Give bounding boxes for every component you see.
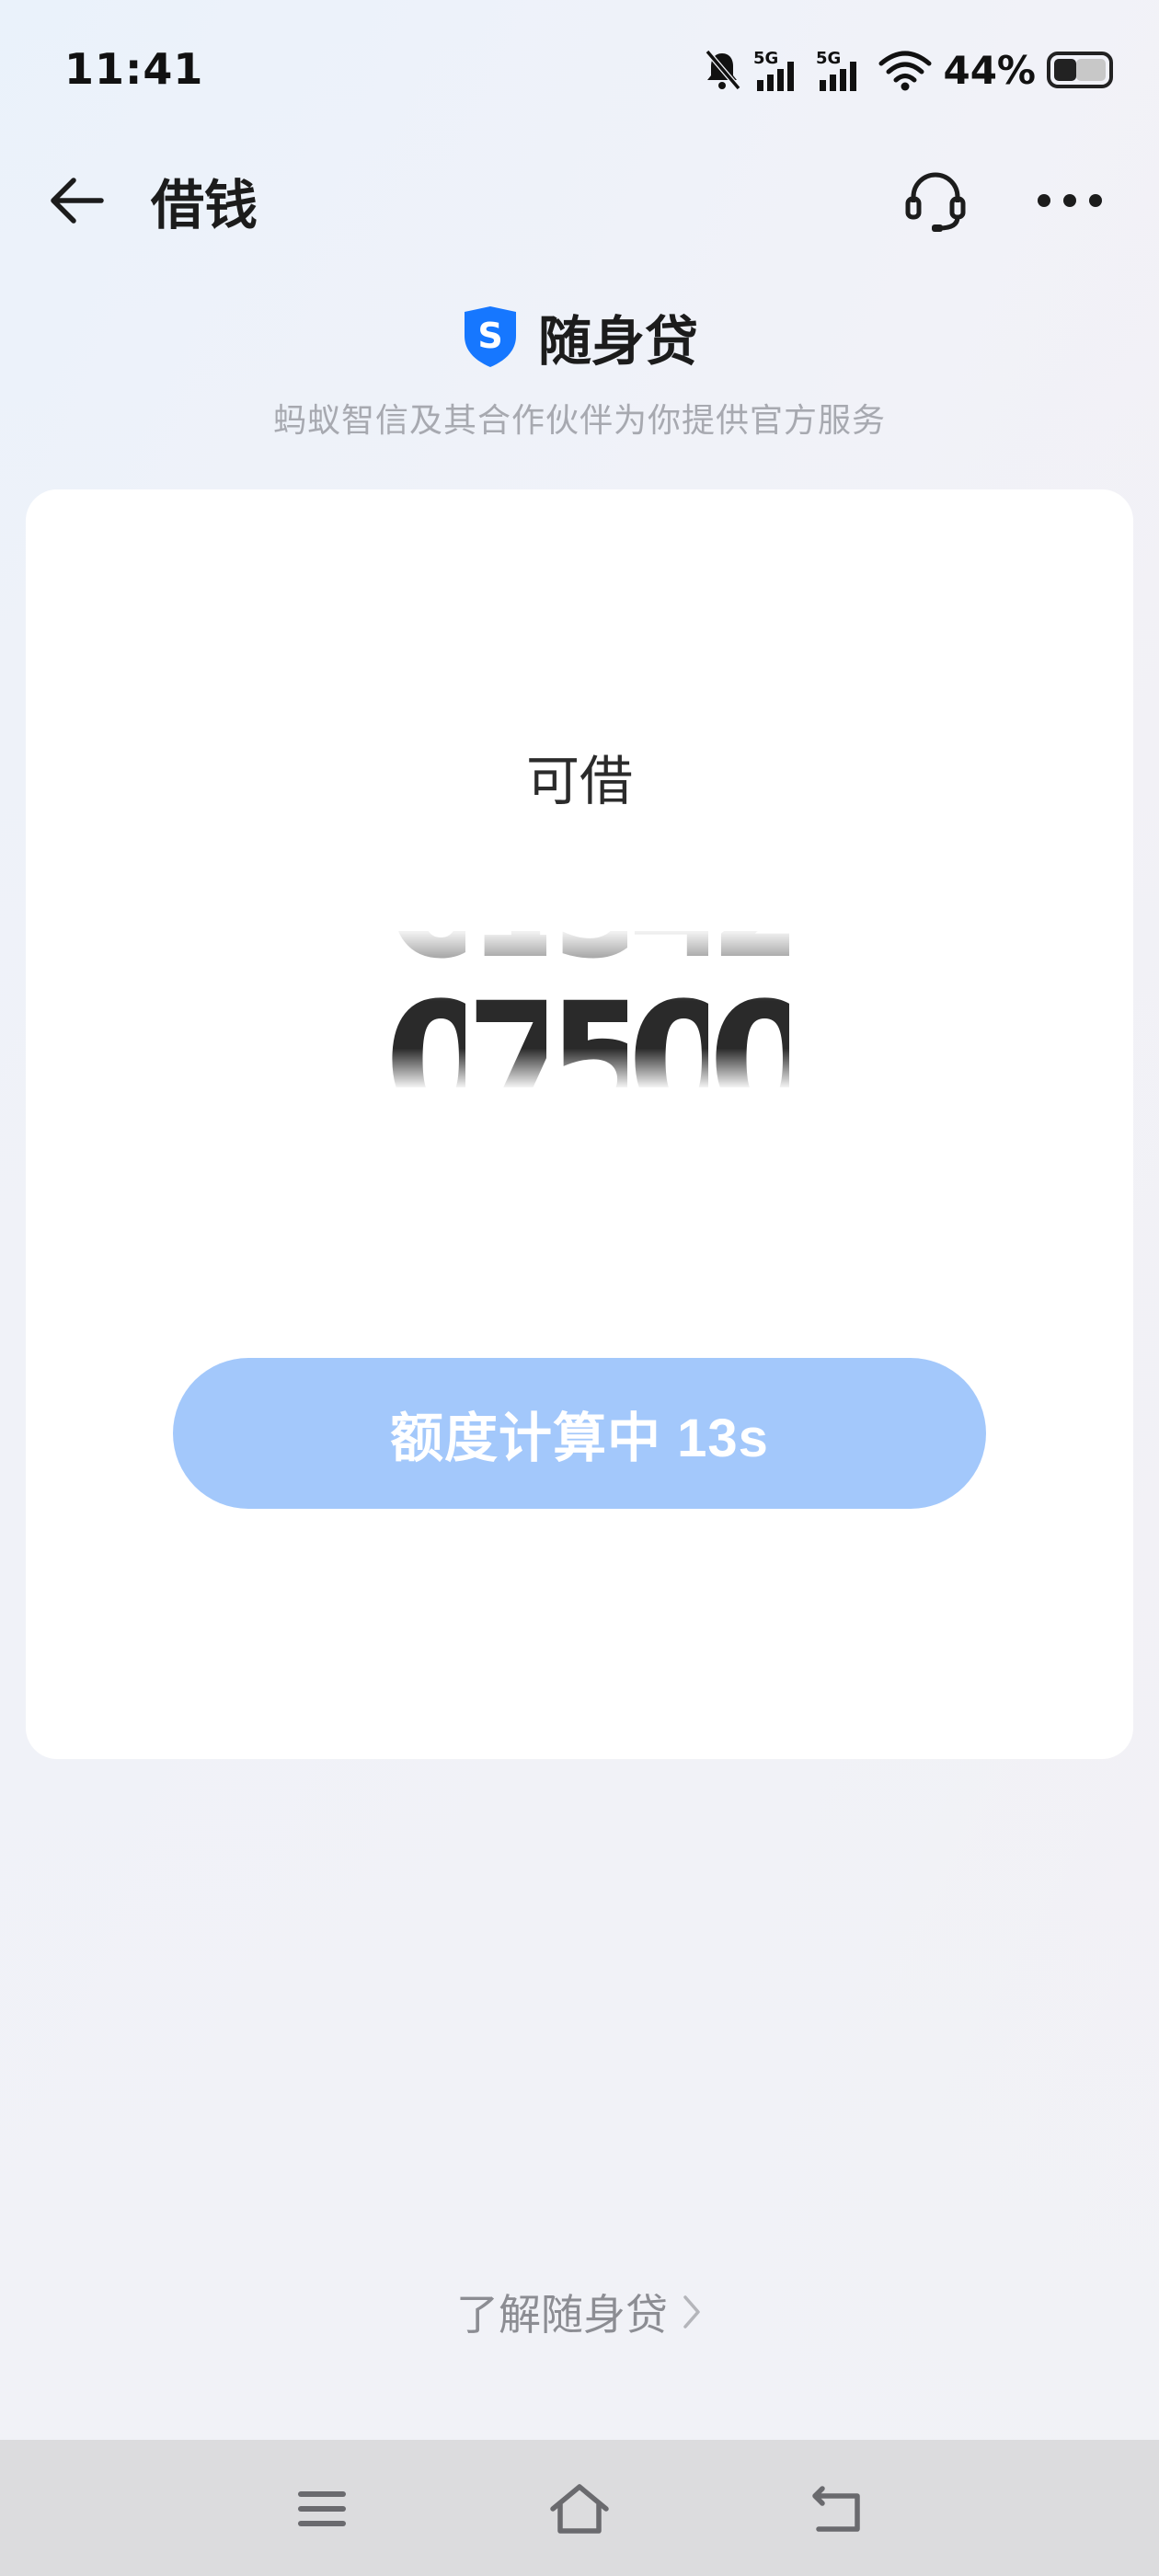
- more-dot: [1063, 194, 1076, 207]
- signal-5g-icon: 5G: [753, 49, 795, 91]
- wifi-icon: [878, 51, 932, 91]
- muted-bell-icon: [706, 50, 741, 90]
- learn-more-link[interactable]: 了解随身贷: [0, 2282, 1159, 2342]
- status-icons: 5G 5G 44%: [702, 44, 1113, 96]
- more-dots-icon: [1038, 194, 1050, 207]
- calculating-limit-button[interactable]: 额度计算中 13s: [173, 1358, 986, 1509]
- more-dot: [1089, 194, 1102, 207]
- home-icon: [550, 2484, 609, 2534]
- battery-icon: [1047, 52, 1113, 88]
- digit-current: 0: [708, 968, 789, 1088]
- back-icon: [812, 2486, 860, 2532]
- arrow-left-icon: [51, 178, 104, 224]
- network-label-1: 5G: [753, 49, 778, 68]
- brand-name: 随身贷: [537, 310, 698, 373]
- page-title: 借钱: [151, 174, 258, 236]
- chevron-right-icon: [683, 2295, 700, 2329]
- digit-slot: 9 5: [546, 931, 627, 1087]
- digit-current: 7: [465, 968, 546, 1088]
- rolling-amount: 0 0 1 7 9 5 4 0 2 0: [348, 931, 826, 1087]
- headset-icon: [905, 172, 966, 232]
- credit-card-panel: 可借 0 0 1 7 9 5 4 0 2 0 额度计算中 1: [26, 489, 1133, 1759]
- digit-slot: 2 0: [708, 931, 789, 1087]
- learn-more-label: 了解随身贷: [456, 2290, 668, 2340]
- more-button[interactable]: [1028, 166, 1111, 236]
- logo-letter: S: [477, 316, 502, 356]
- digit-current: 5: [546, 968, 627, 1088]
- signal-5g-icon-2: 5G: [816, 49, 857, 91]
- digit-current: 0: [384, 968, 465, 1088]
- system-nav-bar: [0, 2440, 1159, 2576]
- system-home-button[interactable]: [543, 2477, 616, 2541]
- brand-subtitle: 蚂蚁智信及其合作伙伴为你提供官方服务: [272, 402, 886, 440]
- digit-current: 0: [627, 968, 708, 1088]
- digit-slot: 1 7: [465, 931, 546, 1087]
- nav-bar: 借钱: [0, 147, 1159, 248]
- available-label: 可借: [525, 750, 633, 812]
- system-back-button[interactable]: [800, 2477, 874, 2541]
- back-button[interactable]: [42, 166, 112, 236]
- status-bar: 11:41 5G 5G 44%: [0, 0, 1159, 138]
- status-time: 11:41: [64, 44, 204, 94]
- system-menu-button[interactable]: [285, 2477, 359, 2541]
- menu-icon: [298, 2491, 346, 2526]
- customer-service-button[interactable]: [897, 162, 974, 239]
- digit-slot: 4 0: [627, 931, 708, 1087]
- network-label-2: 5G: [816, 49, 841, 68]
- brand-header: S 随身贷 蚂蚁智信及其合作伙伴为你提供官方服务: [0, 300, 1159, 442]
- digit-slot: 0 0: [384, 931, 465, 1087]
- battery-percent: 44%: [943, 47, 1036, 93]
- shield-logo-icon: S: [464, 306, 516, 367]
